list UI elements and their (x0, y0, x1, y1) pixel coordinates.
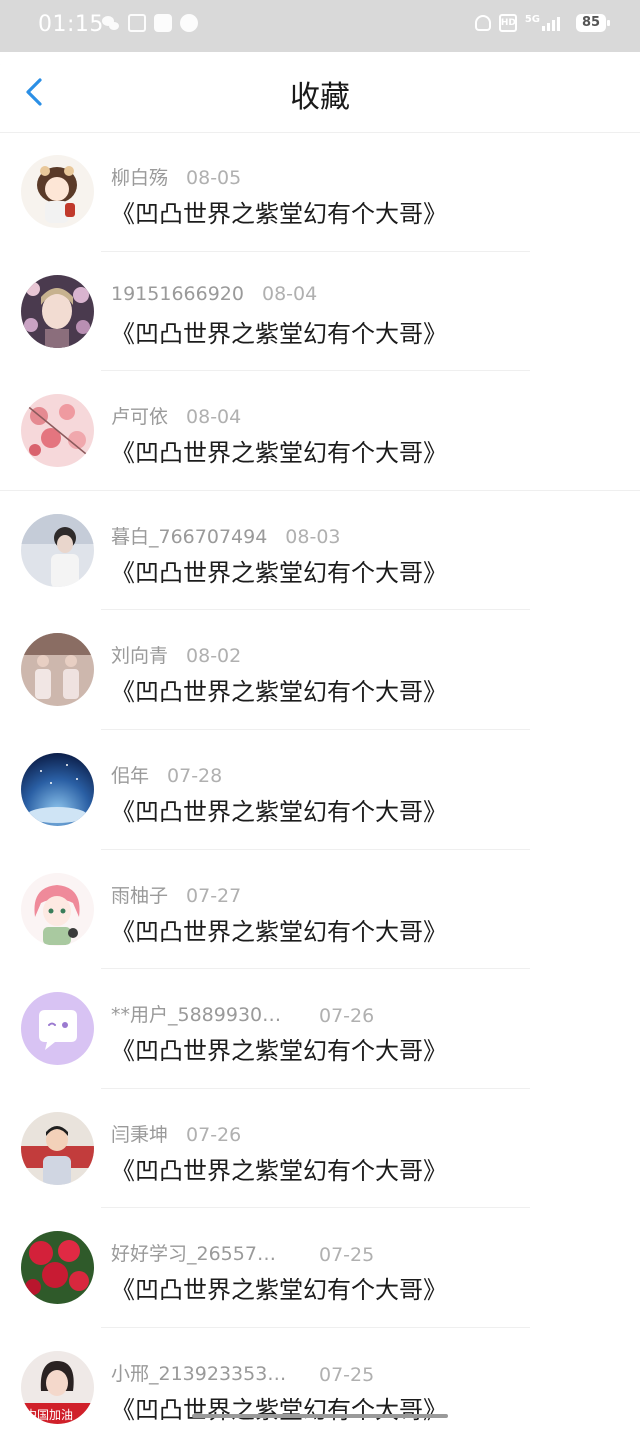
item-date: 07-26 (186, 1123, 242, 1146)
favorite-item[interactable]: 卢可依 08-04 《凹凸世界之紫堂幻有个大哥》 (0, 371, 640, 491)
favorite-item[interactable]: 佀年 07-28 《凹凸世界之紫堂幻有个大哥》 (0, 730, 640, 850)
status-app-icons (102, 14, 198, 32)
user-name: 闫秉坤 (111, 1123, 169, 1146)
book-title[interactable]: 《凹凸世界之紫堂幻有个大哥》 (111, 553, 447, 588)
book-title[interactable]: 《凹凸世界之紫堂幻有个大哥》 (111, 672, 447, 707)
mail-icon (154, 14, 172, 32)
favorite-item[interactable]: 雨柚子 07-27 《凹凸世界之紫堂幻有个大哥》 (0, 850, 640, 970)
item-date: 08-05 (186, 167, 242, 189)
network-label: 5G (524, 13, 540, 25)
item-date: 07-25 (319, 1363, 375, 1386)
item-date: 08-02 (186, 645, 242, 668)
user-avatar[interactable] (21, 513, 94, 587)
battery-icon: 85 (576, 14, 610, 32)
user-name: **用户_5889930… (111, 1004, 282, 1027)
alipay-icon (128, 14, 146, 32)
favorites-list: 柳白殇 08-05 《凹凸世界之紫堂幻有个大哥》 19151666920 08-04… (0, 132, 640, 1448)
item-date: 08-04 (261, 282, 318, 305)
item-date: 08-03 (285, 525, 341, 548)
favorite-item[interactable]: 中国加油 小邢_213923353… 07-25 《凹凸世界之紫堂幻有个大哥》 (0, 1328, 640, 1448)
book-title[interactable]: 《凹凸世界之紫堂幻有个大哥》 (111, 912, 447, 947)
wechat-icon (102, 14, 120, 32)
app-notification-icon (180, 14, 198, 32)
user-avatar[interactable] (21, 155, 94, 228)
user-avatar[interactable] (21, 633, 94, 707)
user-avatar[interactable] (21, 752, 94, 826)
item-date: 08-04 (186, 406, 242, 429)
user-avatar[interactable]: 中国加油 (21, 1350, 94, 1424)
favorite-item[interactable]: 好好学习_26557… 07-25 《凹凸世界之紫堂幻有个大哥》 (0, 1208, 640, 1328)
item-date: 07-26 (319, 1005, 375, 1028)
favorite-item[interactable]: 闫秉坤 07-26 《凹凸世界之紫堂幻有个大哥》 (0, 1089, 640, 1209)
user-avatar[interactable] (21, 1231, 94, 1305)
page-title: 收藏 (290, 80, 350, 115)
user-name: 19151666920 (111, 282, 244, 305)
favorite-item[interactable]: 柳白殇 08-05 《凹凸世界之紫堂幻有个大哥》 (0, 132, 640, 252)
nav-bar: 收藏 (0, 52, 640, 132)
hd-icon: HD (498, 14, 517, 32)
item-meta: 卢可依 08-04 (111, 402, 242, 429)
avatar-caption: 中国加油 (25, 1407, 73, 1422)
user-name: 卢可依 (111, 406, 169, 429)
item-meta: 小邢_213923353… 07-25 (111, 1359, 375, 1386)
book-title[interactable]: 《凹凸世界之紫堂幻有个大哥》 (111, 314, 447, 349)
item-meta: 佀年 07-28 (111, 761, 223, 787)
user-name: 好好学习_26557… (111, 1243, 276, 1266)
user-avatar[interactable] (21, 394, 94, 468)
book-title[interactable]: 《凹凸世界之紫堂幻有个大哥》 (111, 1390, 447, 1425)
item-date: 07-27 (186, 884, 242, 907)
favorite-item[interactable]: **用户_5889930… 07-26 《凹凸世界之紫堂幻有个大哥》 (0, 969, 640, 1089)
user-avatar[interactable] (21, 872, 94, 946)
book-title[interactable]: 《凹凸世界之紫堂幻有个大哥》 (111, 792, 447, 827)
item-meta: 好好学习_26557… 07-25 (111, 1239, 375, 1267)
item-date: 07-28 (167, 764, 223, 787)
book-title[interactable]: 《凹凸世界之紫堂幻有个大哥》 (111, 1270, 447, 1305)
user-name: 佀年 (111, 764, 150, 787)
item-meta: 暮白_766707494 08-03 (111, 522, 341, 548)
book-title[interactable]: 《凹凸世界之紫堂幻有个大哥》 (111, 433, 447, 468)
item-meta: 19151666920 08-04 (111, 283, 317, 307)
user-avatar[interactable] (21, 1111, 94, 1185)
user-avatar[interactable] (21, 992, 94, 1066)
favorite-item[interactable]: 19151666920 08-04 《凹凸世界之紫堂幻有个大哥》 (0, 252, 640, 372)
item-meta: 柳白殇 08-05 (111, 163, 242, 189)
item-meta: 雨柚子 07-27 (111, 881, 242, 907)
user-name: 刘向青 (111, 645, 169, 668)
status-time: 01:15 (38, 12, 104, 37)
favorite-item[interactable]: 暮白_766707494 08-03 《凹凸世界之紫堂幻有个大哥》 (0, 491, 640, 611)
book-title[interactable]: 《凹凸世界之紫堂幻有个大哥》 (111, 194, 447, 229)
user-name: 柳白殇 (111, 167, 169, 189)
status-bar: 01:15 HD 5G 85 (0, 0, 640, 52)
item-meta: 闫秉坤 07-26 (111, 1120, 242, 1146)
item-meta: **用户_5889930… 07-26 (111, 1000, 375, 1028)
item-date: 07-25 (319, 1244, 375, 1267)
book-title[interactable]: 《凹凸世界之紫堂幻有个大哥》 (111, 1151, 447, 1186)
favorite-item[interactable]: 刘向青 08-02 《凹凸世界之紫堂幻有个大哥》 (0, 610, 640, 730)
item-meta: 刘向青 08-02 (111, 641, 242, 668)
user-name: 雨柚子 (111, 884, 169, 907)
user-name: 小邢_213923353… (111, 1362, 287, 1385)
mute-bell-icon (474, 15, 491, 31)
status-indicators: HD 5G 85 (474, 13, 610, 32)
user-name: 暮白_766707494 (111, 525, 268, 548)
signal-icon (542, 15, 568, 31)
user-avatar[interactable] (21, 274, 94, 348)
book-title[interactable]: 《凹凸世界之紫堂幻有个大哥》 (111, 1031, 447, 1066)
home-indicator[interactable] (192, 1414, 448, 1418)
